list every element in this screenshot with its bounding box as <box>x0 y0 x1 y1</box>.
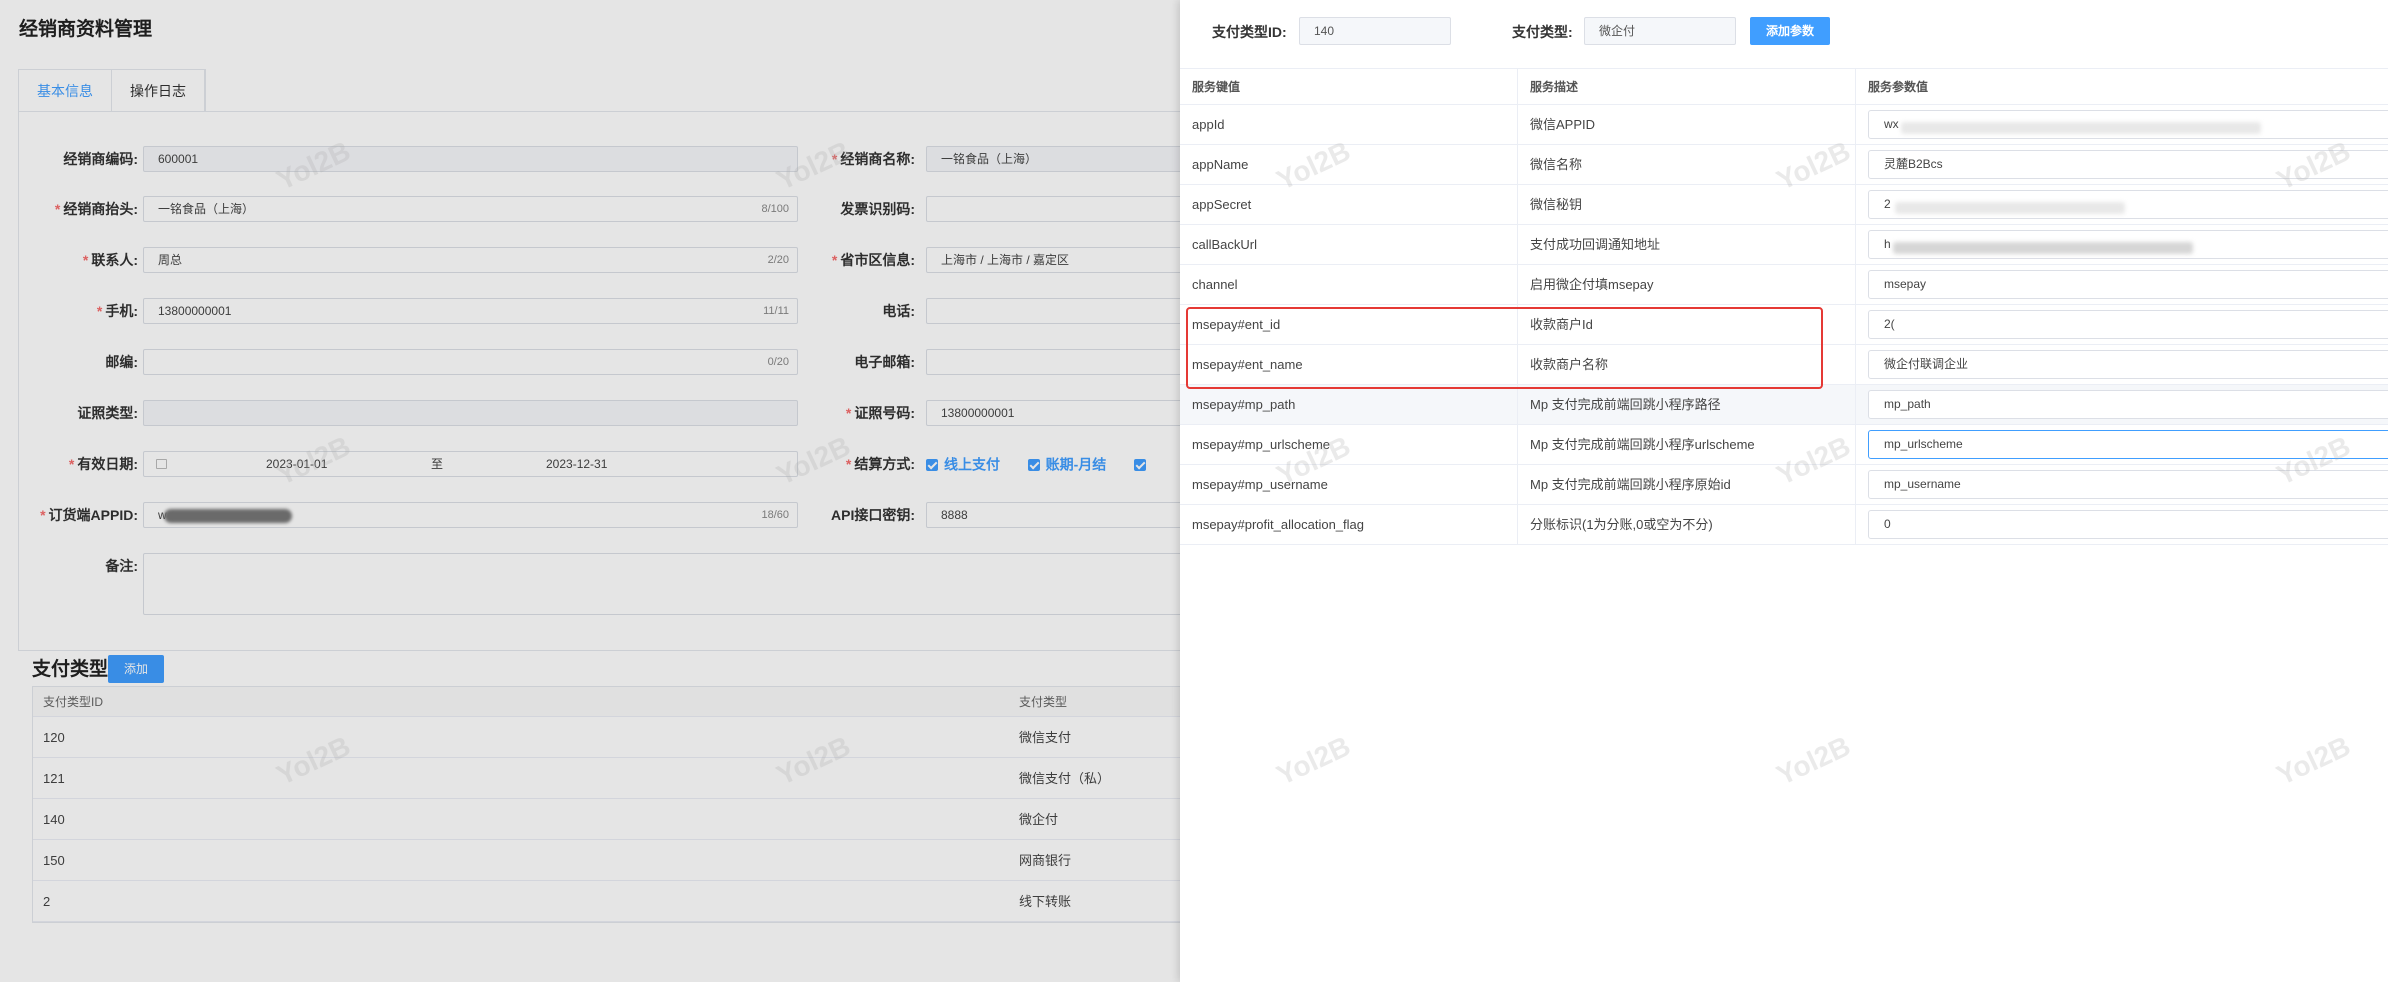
column-service-value: 服务参数值 <box>1868 80 1929 94</box>
param-key: callBackUrl <box>1192 237 1258 252</box>
param-row-mp-urlscheme: msepay#mp_urlscheme Mp 支付完成前端回跳小程序urlsch… <box>1180 425 2388 465</box>
param-row-appsecret: appSecret 微信秘钥 2 <box>1180 185 2388 225</box>
type-id-input[interactable]: 140 <box>1299 17 1451 45</box>
param-value-input[interactable]: mp_path <box>1868 390 2388 419</box>
params-table-header: 服务键值 服务描述 服务参数值 <box>1180 69 2388 105</box>
param-value-input[interactable]: wx <box>1868 110 2388 139</box>
param-row-mp-username: msepay#mp_username Mp 支付完成前端回跳小程序原始id mp… <box>1180 465 2388 505</box>
param-key: appId <box>1192 117 1225 132</box>
param-row-appid: appId 微信APPID wx <box>1180 105 2388 145</box>
param-value: 0 <box>1884 517 1891 531</box>
param-desc: 微信APPID <box>1530 117 1596 132</box>
modal-overlay[interactable] <box>0 0 1180 982</box>
param-desc: 启用微企付填msepay <box>1530 277 1654 292</box>
payment-params-drawer: 支付类型ID: 140 支付类型: 微企付 添加参数 服务键值 服务描述 服务参… <box>1180 0 2388 982</box>
param-key: msepay#mp_urlscheme <box>1192 437 1331 452</box>
background-page: 经销商资料管理 基本信息 操作日志 经销商编码: 600001 * 经销商名称: … <box>0 0 1218 982</box>
param-value: 2 <box>1884 197 1891 211</box>
param-key: appName <box>1192 157 1249 172</box>
param-value-input[interactable]: 0 <box>1868 510 2388 539</box>
param-value: 2( <box>1884 317 1895 331</box>
param-value: mp_username <box>1884 477 1961 491</box>
param-key: appSecret <box>1192 197 1252 212</box>
param-value-input[interactable]: mp_username <box>1868 470 2388 499</box>
param-value-input[interactable]: 2( <box>1868 310 2388 339</box>
column-service-key: 服务键值 <box>1192 80 1241 94</box>
param-value-input[interactable]: 2 <box>1868 190 2388 219</box>
param-row-callbackurl: callBackUrl 支付成功回调通知地址 h <box>1180 225 2388 265</box>
param-value-input[interactable]: mp_urlscheme <box>1868 430 2388 459</box>
redaction-blur <box>1893 242 2193 254</box>
param-value: wx <box>1884 117 1899 131</box>
param-desc: 分账标识(1为分账,0或空为不分) <box>1530 517 1713 532</box>
param-value: 微企付联调企业 <box>1884 357 1969 371</box>
param-key: msepay#mp_path <box>1192 397 1296 412</box>
redaction-blur <box>1901 122 2261 134</box>
redaction-blur <box>1895 202 2125 214</box>
param-desc: 微信名称 <box>1530 157 1583 172</box>
param-value-input[interactable]: 灵麓B2Bcs <box>1868 150 2388 179</box>
param-value: mp_path <box>1884 397 1931 411</box>
param-desc: Mp 支付完成前端回跳小程序原始id <box>1530 477 1731 492</box>
param-value-input[interactable]: 微企付联调企业 <box>1868 350 2388 379</box>
type-input[interactable]: 微企付 <box>1584 17 1736 45</box>
type-label: 支付类型: <box>1512 24 1573 40</box>
param-key: channel <box>1192 277 1238 292</box>
param-value-input[interactable]: msepay <box>1868 270 2388 299</box>
param-value: msepay <box>1884 277 1927 291</box>
type-id-value: 140 <box>1314 24 1335 38</box>
param-desc: Mp 支付完成前端回跳小程序urlscheme <box>1530 437 1755 452</box>
param-key: msepay#mp_username <box>1192 477 1328 492</box>
highlight-box <box>1186 307 1823 389</box>
param-key: msepay#profit_allocation_flag <box>1192 517 1364 532</box>
param-row-channel: channel 启用微企付填msepay msepay <box>1180 265 2388 305</box>
column-service-desc: 服务描述 <box>1530 80 1579 94</box>
param-row-mp-path: msepay#mp_path Mp 支付完成前端回跳小程序路径 mp_path <box>1180 385 2388 425</box>
param-value: mp_urlscheme <box>1884 437 1963 451</box>
param-desc: 微信秘钥 <box>1530 197 1583 212</box>
param-desc: Mp 支付完成前端回跳小程序路径 <box>1530 397 1721 412</box>
param-value: h <box>1884 237 1891 251</box>
param-value-input[interactable]: h <box>1868 230 2388 259</box>
add-param-button[interactable]: 添加参数 <box>1750 17 1830 45</box>
type-id-label: 支付类型ID: <box>1212 24 1287 40</box>
param-desc: 支付成功回调通知地址 <box>1530 237 1661 252</box>
param-row-profit-allocation: msepay#profit_allocation_flag 分账标识(1为分账,… <box>1180 505 2388 545</box>
type-value: 微企付 <box>1599 24 1636 38</box>
param-row-appname: appName 微信名称 灵麓B2Bcs <box>1180 145 2388 185</box>
param-value: 灵麓B2Bcs <box>1884 157 1943 171</box>
